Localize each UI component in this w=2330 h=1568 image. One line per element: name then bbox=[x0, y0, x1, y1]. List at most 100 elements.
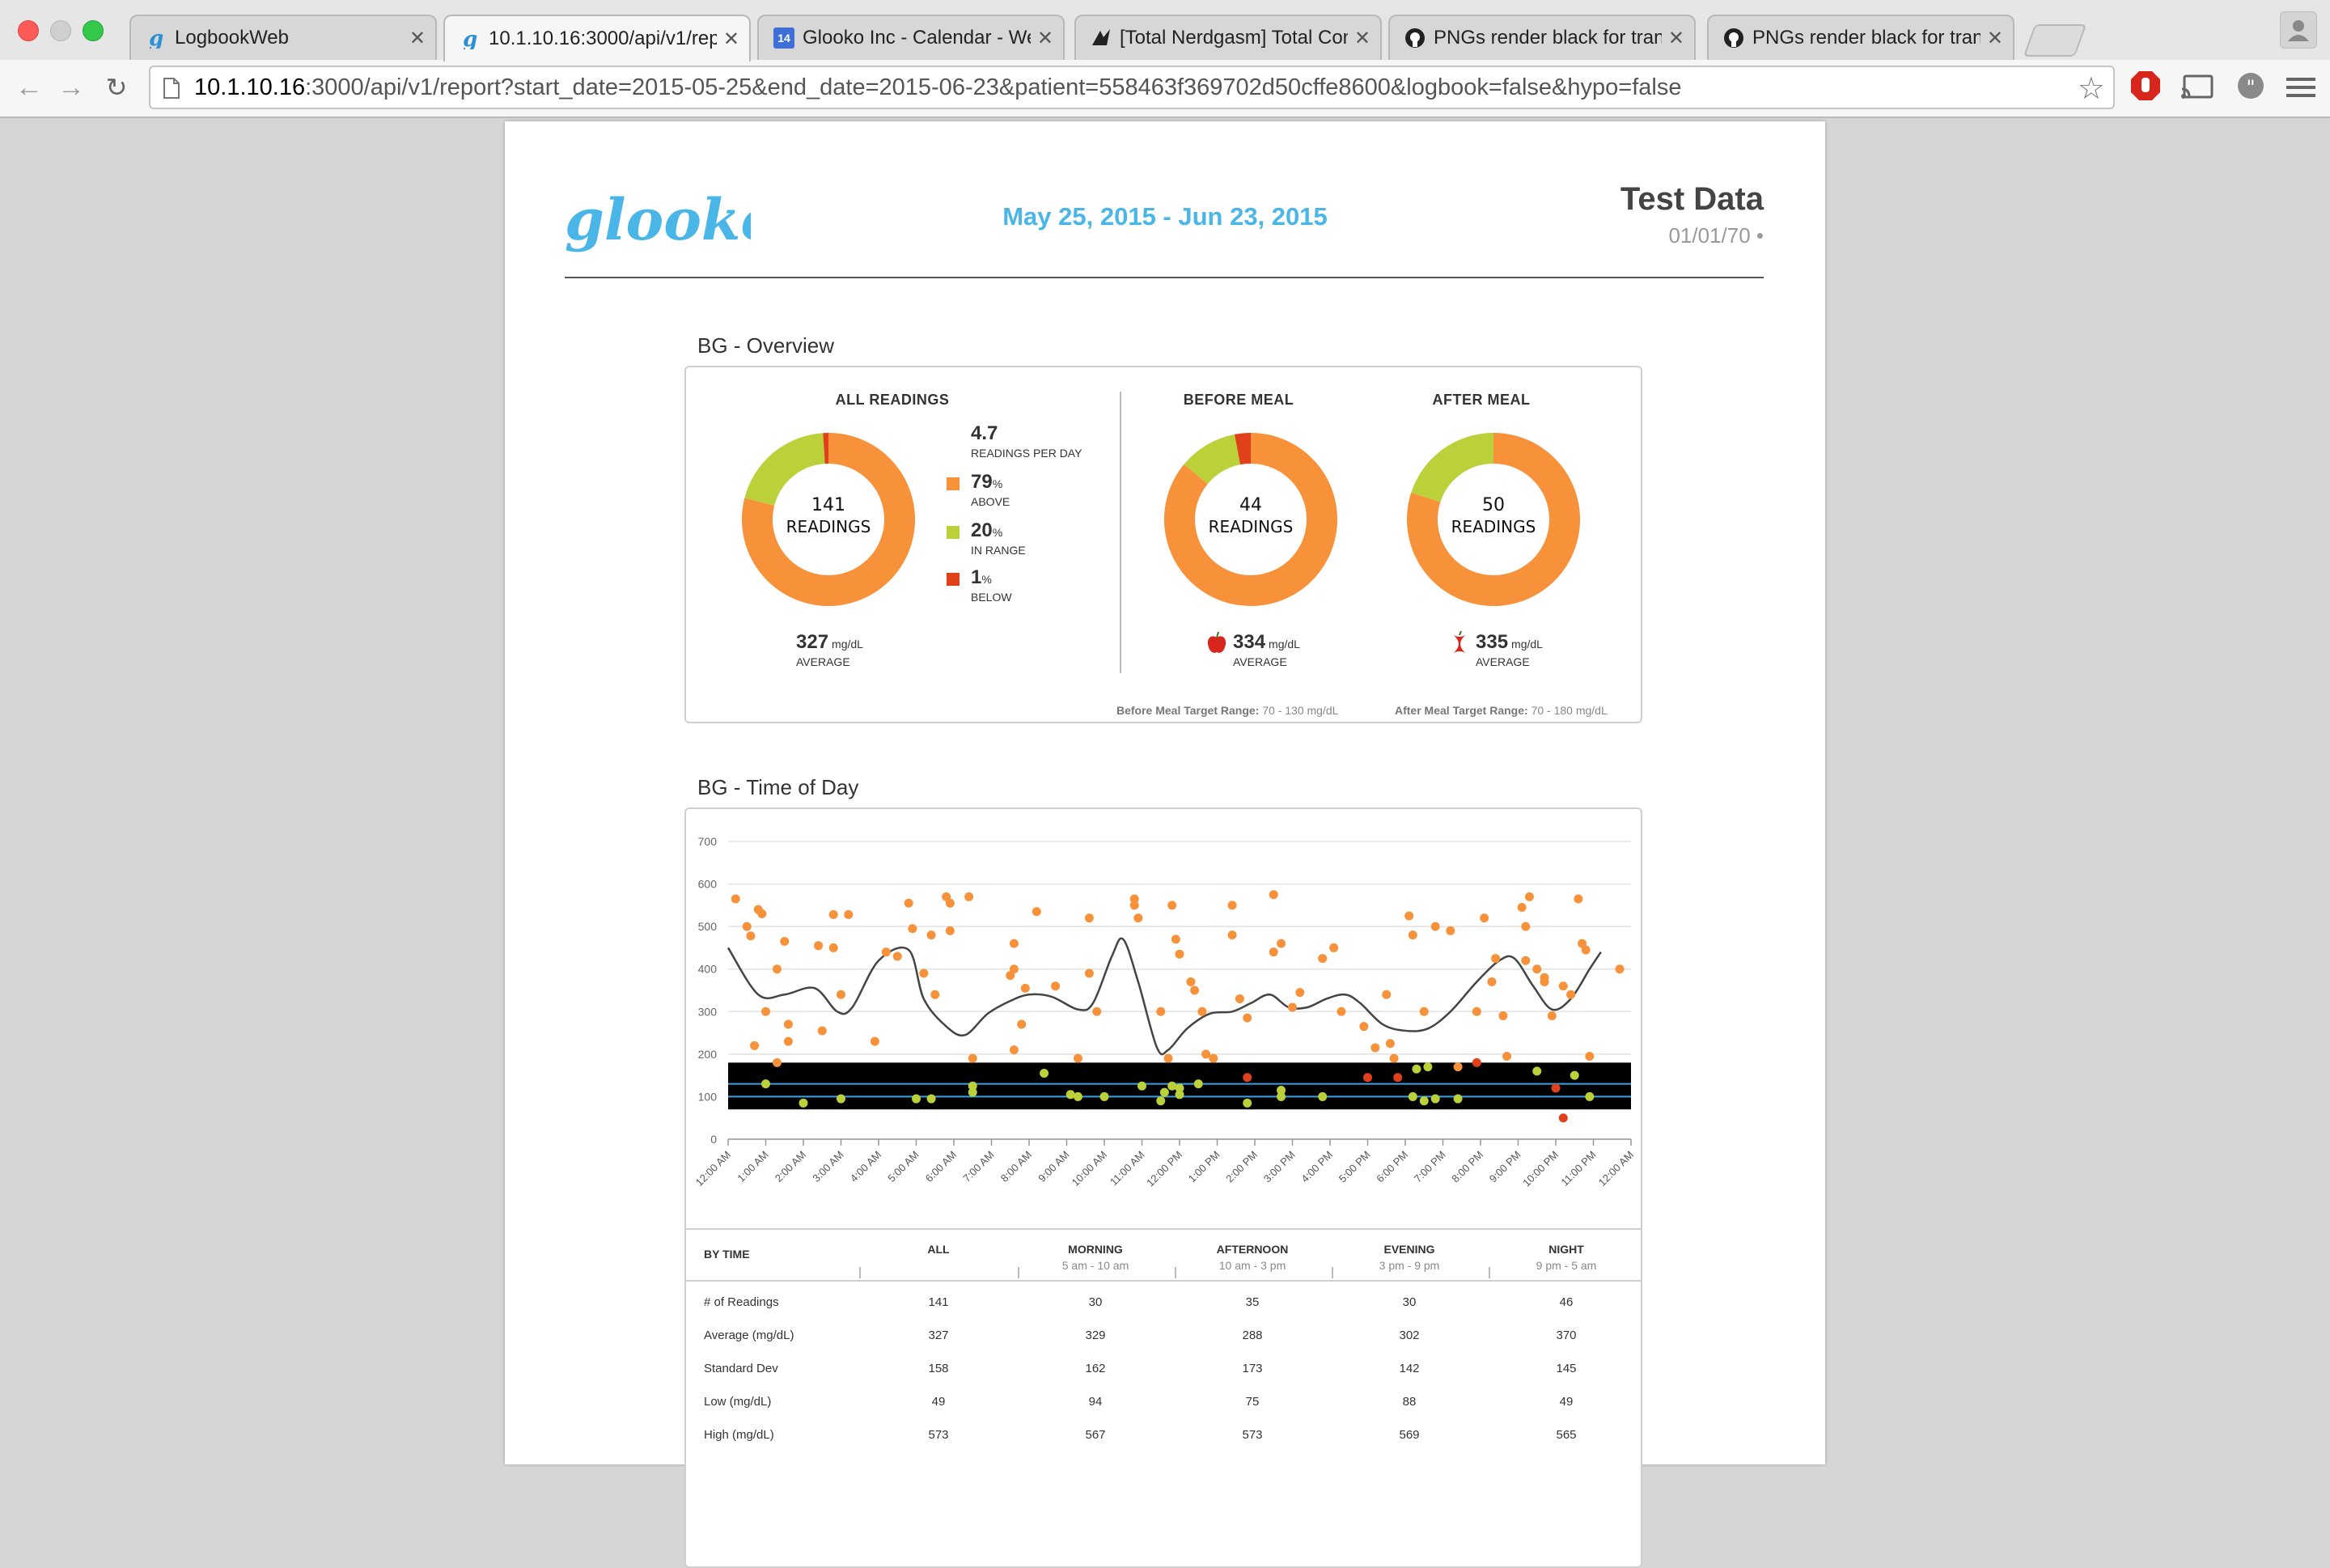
bookmark-star-icon[interactable]: ☆ bbox=[2078, 70, 2105, 107]
minimize-window-button[interactable] bbox=[50, 20, 71, 41]
tab-close-icon[interactable]: ✕ bbox=[723, 28, 739, 51]
before-average-label: AVERAGE bbox=[1233, 655, 1300, 668]
reading-point bbox=[1423, 1062, 1432, 1071]
reading-point bbox=[1521, 956, 1530, 965]
legend-above-label: ABOVE bbox=[971, 495, 1010, 508]
tab-title: Glooko Inc - Calendar - We bbox=[803, 27, 1031, 49]
cast-icon[interactable] bbox=[2180, 73, 2215, 102]
reading-point bbox=[1209, 1054, 1218, 1063]
tab-close-icon[interactable]: ✕ bbox=[409, 27, 426, 50]
x-tick-label: 1:00 PM bbox=[1186, 1149, 1222, 1185]
reading-point bbox=[1269, 947, 1278, 956]
reading-point bbox=[1066, 1090, 1075, 1099]
reading-point bbox=[1074, 1054, 1082, 1063]
tab-close-icon[interactable]: ✕ bbox=[1987, 27, 2003, 50]
stats-column-subheader: 3 pm - 9 pm bbox=[1337, 1259, 1482, 1272]
stats-cell: 567 bbox=[1023, 1419, 1168, 1451]
adblock-icon[interactable] bbox=[2129, 70, 2162, 105]
reading-point bbox=[1085, 913, 1094, 922]
browser-tab[interactable]: gLogbookWeb✕ bbox=[129, 15, 437, 60]
reading-point bbox=[829, 910, 838, 919]
reading-point bbox=[1337, 1007, 1345, 1016]
stats-row-label: Low (mg/dL) bbox=[704, 1386, 771, 1418]
tab-close-icon[interactable]: ✕ bbox=[1354, 27, 1370, 50]
reading-point bbox=[882, 947, 891, 956]
reading-point bbox=[1197, 1007, 1206, 1016]
stats-cell: 329 bbox=[1023, 1320, 1168, 1352]
after-meal-title: AFTER MEAL bbox=[1421, 392, 1542, 409]
reading-point bbox=[1130, 901, 1139, 909]
reading-point bbox=[1487, 977, 1496, 986]
stats-row: Standard Dev158162173142145 bbox=[686, 1353, 1641, 1385]
github-icon bbox=[1723, 28, 1744, 49]
reading-point bbox=[1243, 1099, 1252, 1108]
close-window-button[interactable] bbox=[18, 20, 39, 41]
browser-tab[interactable]: g10.1.10.16:3000/api/v1/rep✕ bbox=[443, 15, 751, 61]
after-meal-slice-in_range bbox=[1426, 448, 1493, 498]
calendar-icon-date: 14 bbox=[777, 32, 790, 44]
stats-cell: 75 bbox=[1180, 1386, 1325, 1418]
svg-text:g: g bbox=[149, 28, 163, 49]
reading-point bbox=[946, 899, 955, 908]
stats-cell: 573 bbox=[866, 1419, 1011, 1451]
browser-tab[interactable]: PNGs render black for tran✕ bbox=[1388, 15, 1696, 60]
reading-point bbox=[1574, 894, 1582, 903]
all-count-label: READINGS bbox=[780, 516, 877, 537]
tab-close-icon[interactable]: ✕ bbox=[1668, 27, 1684, 50]
y-tick-label: 100 bbox=[698, 1090, 718, 1103]
before-average-value: 334 bbox=[1233, 631, 1265, 653]
stats-column-divider bbox=[859, 1267, 861, 1278]
zoom-window-button[interactable] bbox=[83, 20, 104, 41]
reading-point bbox=[1318, 1092, 1327, 1101]
reading-point bbox=[780, 937, 789, 946]
reading-point bbox=[1532, 964, 1541, 973]
reading-point bbox=[1235, 994, 1244, 1003]
stats-cell: 173 bbox=[1180, 1353, 1325, 1385]
before-meal-target-range: Before Meal Target Range: 70 - 130 mg/dL bbox=[1116, 704, 1338, 717]
reading-point bbox=[904, 899, 913, 908]
x-tick-label: 2:00 AM bbox=[773, 1149, 808, 1184]
browser-tab[interactable]: [Total Nerdgasm] Total Con✕ bbox=[1074, 15, 1382, 60]
before-meal-average: 334mg/dL AVERAGE bbox=[1233, 631, 1300, 668]
stats-cell: 288 bbox=[1180, 1320, 1325, 1352]
github-icon bbox=[1404, 28, 1426, 49]
y-tick-label: 400 bbox=[698, 963, 718, 976]
browser-tab[interactable]: PNGs render black for tran✕ bbox=[1707, 15, 2014, 60]
all-average-unit: mg/dL bbox=[832, 638, 863, 651]
stats-cell: 145 bbox=[1493, 1353, 1639, 1385]
menu-icon[interactable] bbox=[2286, 73, 2315, 102]
after-meal-target-range: After Meal Target Range: 70 - 180 mg/dL bbox=[1395, 704, 1608, 717]
reading-point bbox=[1409, 1092, 1417, 1101]
reading-point bbox=[1318, 954, 1327, 963]
reload-icon[interactable]: ↻ bbox=[100, 71, 133, 104]
stats-row-label: # of Readings bbox=[704, 1286, 779, 1319]
reading-point bbox=[1431, 922, 1440, 931]
time-of-day-card: 010020030040050060070012:00 AM1:00 AM2:0… bbox=[684, 807, 1642, 1568]
forward-arrow-icon[interactable]: → bbox=[55, 71, 87, 104]
reading-point bbox=[1160, 1088, 1169, 1097]
stats-cell: 162 bbox=[1023, 1353, 1168, 1385]
reading-point bbox=[1566, 990, 1575, 999]
x-tick-label: 3:00 PM bbox=[1261, 1149, 1298, 1185]
after-average-label: AVERAGE bbox=[1476, 655, 1543, 668]
stats-column-subheader: 5 am - 10 am bbox=[1023, 1259, 1168, 1272]
patient-dob: 01/01/70 • bbox=[1668, 223, 1764, 248]
reading-point bbox=[1570, 1071, 1579, 1080]
reading-point bbox=[1074, 1092, 1082, 1101]
before-meal-count: 44 READINGS bbox=[1202, 495, 1299, 537]
quote-extension-icon[interactable]: " bbox=[2235, 71, 2267, 104]
new-tab-button[interactable] bbox=[2023, 24, 2087, 57]
profile-button[interactable] bbox=[2280, 11, 2317, 49]
reading-point bbox=[1559, 981, 1568, 990]
stats-cell: 30 bbox=[1337, 1286, 1482, 1319]
reading-point bbox=[1092, 1007, 1101, 1016]
back-arrow-icon[interactable]: ← bbox=[13, 71, 45, 104]
address-bar[interactable]: 10.1.10.16:3000/api/v1/report?start_date… bbox=[149, 66, 2115, 109]
browser-tab[interactable]: 14 Glooko Inc - Calendar - We ✕ bbox=[757, 15, 1065, 60]
tab-close-icon[interactable]: ✕ bbox=[1037, 27, 1053, 50]
reading-point bbox=[1409, 930, 1417, 939]
reading-point bbox=[1386, 1039, 1395, 1048]
reading-point bbox=[1167, 1082, 1176, 1091]
legend-below-swatch bbox=[947, 573, 960, 586]
x-tick-label: 10:00 AM bbox=[1070, 1149, 1109, 1189]
